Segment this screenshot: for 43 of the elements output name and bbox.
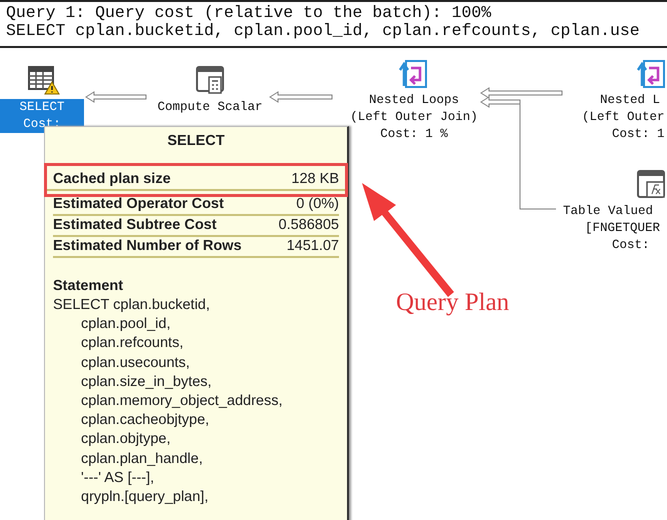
statement-line: cplan.usecounts,	[81, 354, 191, 373]
statement-line: cplan.pool_id,	[81, 315, 172, 334]
nested-loops-icon[interactable]	[636, 58, 667, 90]
nested-loops-icon[interactable]	[398, 58, 430, 90]
plan-node[interactable]: Nested Loops (Left Outer Join) Cost: 1 %	[334, 92, 494, 143]
statement-line: cplan.plan_handle,	[81, 450, 204, 469]
flow-arrow	[269, 91, 332, 103]
node-label: SELECT	[19, 100, 64, 114]
annotation-label: Query Plan	[396, 289, 510, 317]
function-window-icon[interactable]	[635, 168, 667, 200]
statement-line: SELECT cplan.bucketid,	[53, 296, 211, 315]
property-name: Estimated Subtree Cost	[53, 216, 217, 235]
flow-arrow	[85, 91, 146, 103]
query-cost-title: Query 1: Query cost (relative to the batch): 100%	[6, 4, 492, 22]
statement-line: cplan.size_in_bytes,	[81, 372, 213, 392]
node-label: Table Valued	[563, 203, 654, 220]
node-label: (Left Outer Join)	[350, 110, 478, 124]
node-label: Nested Loops	[368, 93, 459, 107]
calculator-window-icon[interactable]	[194, 64, 226, 96]
property-value: 1451.07	[286, 237, 339, 256]
node-label: Cost:	[612, 237, 650, 254]
property-name: Cached plan size	[53, 170, 171, 189]
node-label: Cost: 1 %	[380, 127, 448, 141]
property-value: 128 KB	[291, 170, 339, 189]
node-label: Nested L	[600, 92, 660, 109]
query-statement: SELECT cplan.bucketid, cplan.pool_id, cplan.refcounts, cplan.use	[6, 22, 641, 40]
node-label: [FNGETQUER	[585, 220, 660, 237]
statement-line: cplan.objtype,	[81, 430, 172, 450]
node-label: (Left Outer	[582, 109, 665, 126]
statement-line: cplan.cacheobjtype,	[81, 411, 210, 430]
node-label: Compute Scalar	[157, 100, 263, 114]
property-name: Estimated Number of Rows	[53, 237, 242, 256]
statement-label: Statement	[53, 277, 124, 296]
statement-line: '---' AS [---],	[81, 468, 156, 488]
property-value: 0.586805	[278, 216, 339, 235]
statement-line: qrypln.[query_plan],	[81, 488, 210, 508]
statement-line: cplan.memory_object_address,	[81, 392, 284, 412]
node-label: Cost: 1	[612, 126, 665, 143]
tooltip-title: SELECT	[166, 132, 226, 151]
statement-line: cplan.refcounts,	[81, 334, 184, 354]
property-value: 0 (0%)	[296, 195, 339, 214]
plan-node[interactable]: Compute Scalar	[140, 99, 280, 116]
property-name: Estimated Operator Cost	[53, 195, 224, 214]
